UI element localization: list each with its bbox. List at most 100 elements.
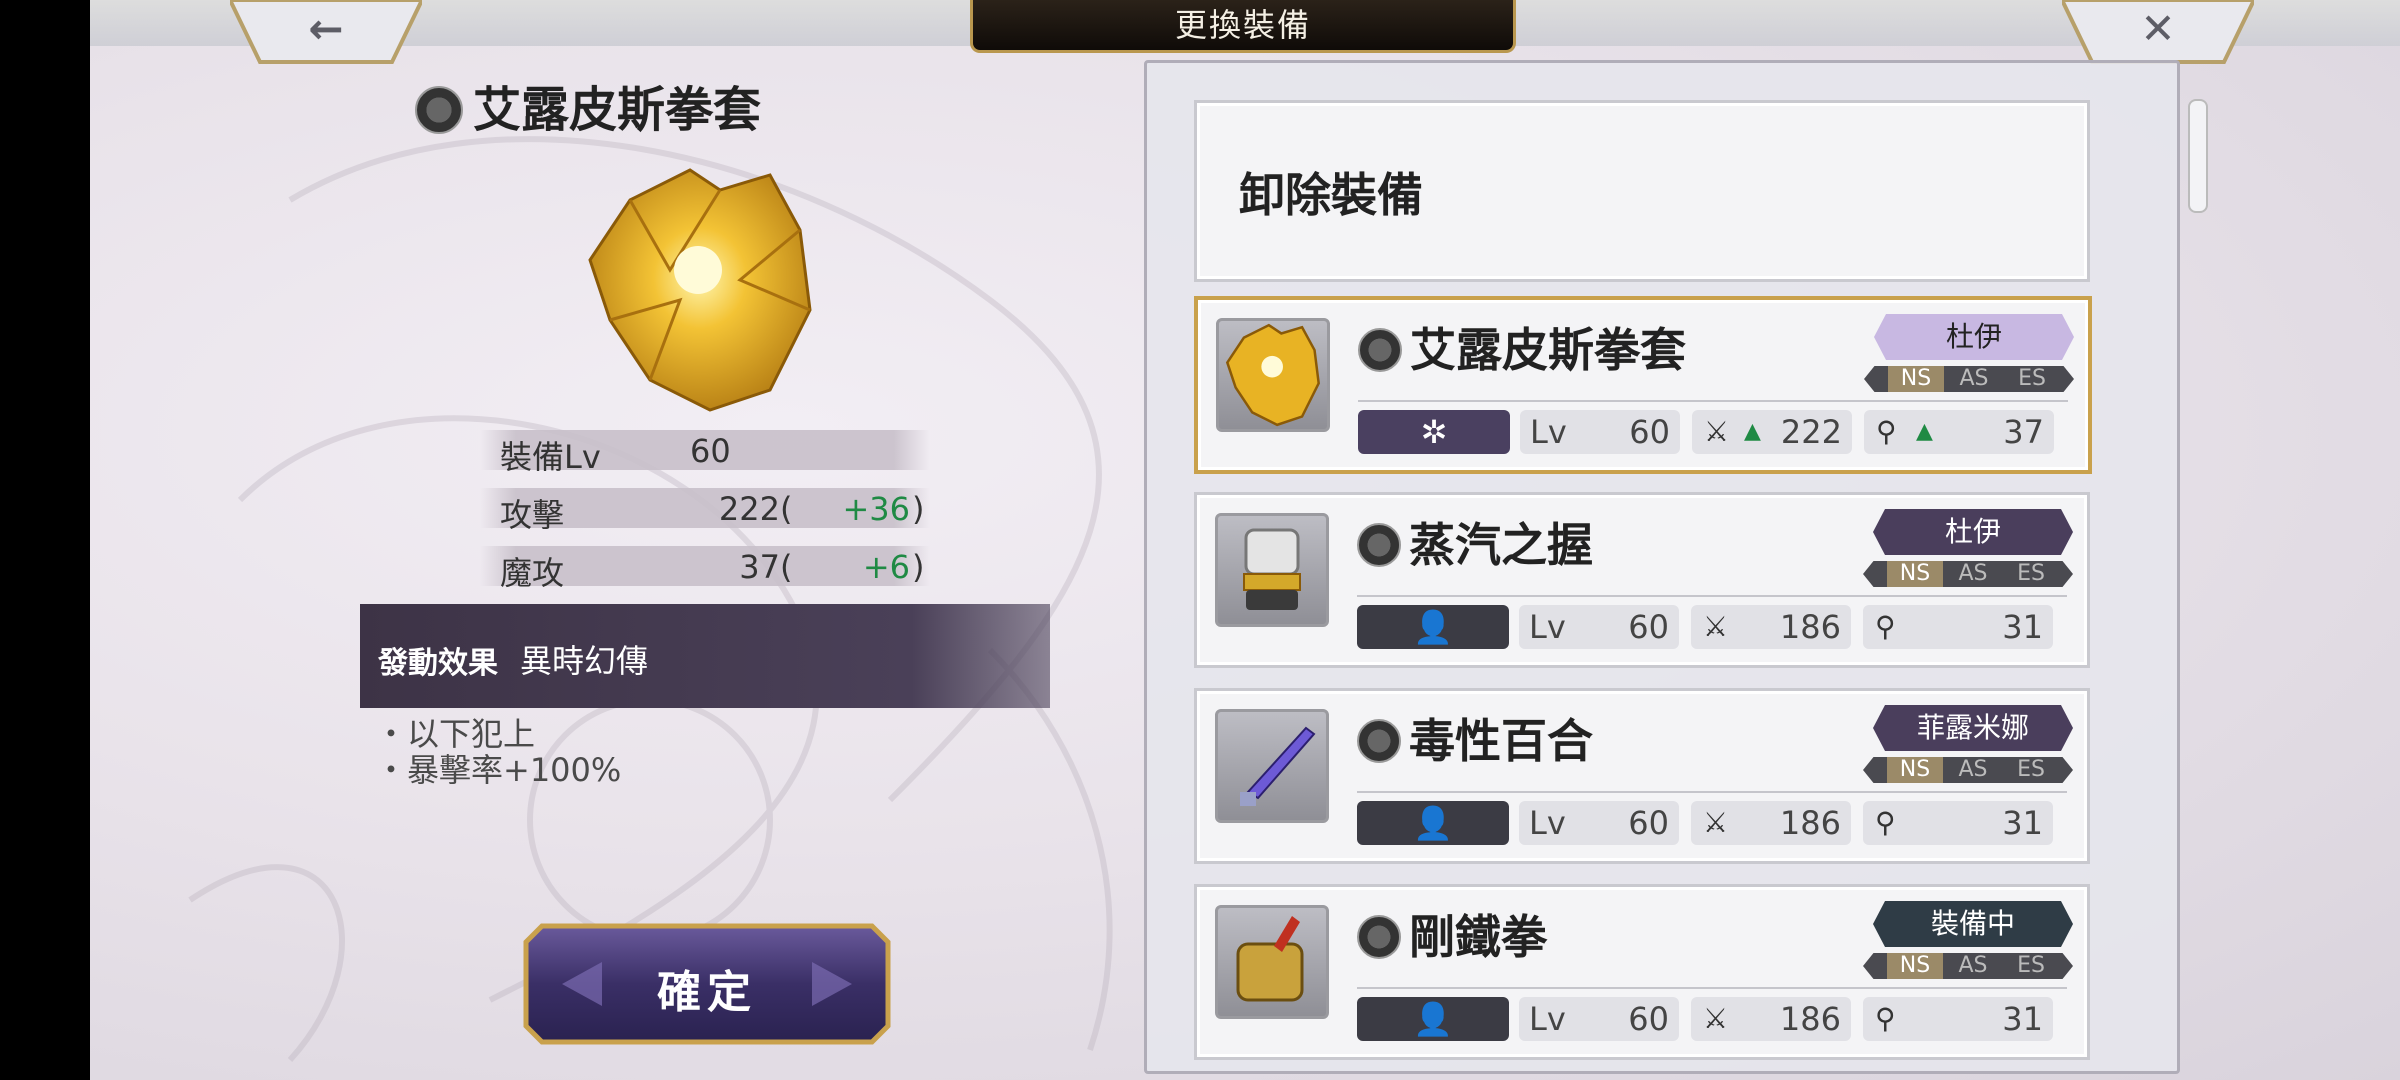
up-arrow-icon: ▲ (1744, 419, 1761, 444)
magic-box: ⚲ 31 (1863, 997, 2053, 1041)
gauntlet-artwork (588, 168, 812, 412)
gauntlet-type-icon (1357, 719, 1401, 763)
effect-list: ・以下犯上 ・暴擊率+100% (375, 716, 621, 788)
level-box: Lv 60 (1519, 605, 1679, 649)
owner-badge: 菲露米娜 (1873, 705, 2073, 751)
sword-icon: ⚔ (1703, 1002, 1729, 1035)
magic-value: 37 (2003, 413, 2044, 451)
item-name-text: 艾露皮斯拳套 (1410, 323, 1686, 377)
magic-box: ⚲ 31 (1863, 605, 2053, 649)
item-name: 剛鐵拳 (1357, 901, 1547, 967)
attack-value: 186 (1779, 1000, 1841, 1038)
attack-box: ⚔ 186 (1691, 997, 1851, 1041)
owner-badge: 杜伊 (1874, 314, 2074, 360)
tag-es: ES (2017, 561, 2045, 586)
effect-line: ・以下犯上 (375, 715, 536, 753)
sparkle-icon: ✲ (1358, 410, 1510, 454)
equipment-card[interactable]: 剛鐵拳 裝備中 NS AS ES 👤 Lv 60 ⚔ 186 ⚲ 31 (1194, 884, 2090, 1060)
tag-as: AS (1959, 366, 1989, 391)
unequip-button[interactable]: 卸除裝備 (1194, 100, 2090, 282)
back-button[interactable]: ← (230, 0, 422, 64)
stat-row-level: 裝備Lv 60 (480, 430, 930, 476)
attack-value: 186 (1779, 608, 1841, 646)
effect-label: 發動效果 (378, 646, 498, 681)
level-box: Lv 60 (1519, 801, 1679, 845)
effect-line: ・暴擊率+100% (375, 751, 622, 789)
magic-value: 31 (2002, 1000, 2043, 1038)
gauntlet-type-icon (1358, 328, 1402, 372)
item-thumbnail (1215, 905, 1329, 1019)
stat-bonus: +6 (862, 548, 910, 586)
tag-ns: NS (1887, 953, 1943, 979)
tag-ns: NS (1887, 757, 1943, 783)
unequip-label: 卸除裝備 (1239, 168, 1423, 222)
confirm-button[interactable]: 確定 (522, 922, 892, 1046)
paren-close: ) (912, 490, 925, 528)
magic-value: 31 (2002, 608, 2043, 646)
tag-es: ES (2017, 953, 2045, 978)
stat-value: 222 (718, 490, 780, 528)
skill-tags: NS AS ES (1863, 561, 2073, 587)
stat-label: 裝備Lv (500, 438, 601, 476)
scrollbar-thumb[interactable] (2188, 99, 2208, 213)
attack-value: 186 (1779, 804, 1841, 842)
divider (1358, 400, 2068, 402)
attack-box: ⚔ 186 (1691, 801, 1851, 845)
skill-tags: NS AS ES (1863, 757, 2073, 783)
level-value: 60 (1628, 1000, 1669, 1038)
sword-icon: ⚔ (1704, 415, 1730, 448)
item-name-text: 蒸汽之握 (1409, 518, 1593, 572)
stat-value: 60 (690, 432, 731, 470)
close-icon: ✕ (2140, 4, 2176, 53)
magic-value: 31 (2002, 804, 2043, 842)
skill-tags: NS AS ES (1864, 366, 2074, 392)
level-value: 60 (1628, 608, 1669, 646)
item-detail-title: 艾露皮斯拳套 (415, 70, 761, 140)
level-label: Lv (1529, 804, 1566, 842)
divider (1357, 595, 2067, 597)
skill-tags: NS AS ES (1863, 953, 2073, 979)
item-name: 艾露皮斯拳套 (473, 82, 762, 138)
person-icon: 👤 (1357, 605, 1509, 649)
person-icon: 👤 (1357, 801, 1509, 845)
paren-close: ) (912, 548, 925, 586)
equipment-card[interactable]: 蒸汽之握 杜伊 NS AS ES 👤 Lv 60 ⚔ 186 ⚲ 31 (1194, 492, 2090, 668)
item-name-text: 毒性百合 (1409, 714, 1593, 768)
tag-as: AS (1958, 953, 1988, 978)
tag-ns: NS (1887, 561, 1943, 587)
level-label: Lv (1530, 413, 1567, 451)
back-arrow-icon: ← (308, 4, 344, 53)
item-name: 艾露皮斯拳套 (1358, 314, 1686, 380)
equipped-badge: 裝備中 (1873, 901, 2073, 947)
staff-icon: ⚲ (1876, 415, 1897, 448)
equipment-card[interactable]: 艾露皮斯拳套 杜伊 NS AS ES ✲ Lv 60 ⚔ ▲ 222 ⚲ ▲ 37 (1194, 296, 2092, 474)
close-button[interactable]: ✕ (2062, 0, 2254, 64)
level-label: Lv (1529, 608, 1566, 646)
owner-badge: 杜伊 (1873, 509, 2073, 555)
page-title: 更換裝備 (970, 0, 1516, 53)
level-label: Lv (1529, 1000, 1566, 1038)
stat-row-attack: 攻擊 222 ( +36 ) (480, 488, 930, 534)
gauntlet-type-icon (415, 85, 463, 134)
item-name: 毒性百合 (1357, 705, 1593, 771)
item-name: 蒸汽之握 (1357, 509, 1593, 575)
staff-icon: ⚲ (1875, 806, 1896, 839)
stat-label: 攻擊 (500, 496, 565, 534)
level-value: 60 (1629, 413, 1670, 451)
staff-icon: ⚲ (1875, 610, 1896, 643)
item-thumbnail (1215, 513, 1329, 627)
sword-icon: ⚔ (1703, 806, 1729, 839)
item-name-text: 剛鐵拳 (1409, 910, 1547, 964)
divider (1357, 791, 2067, 793)
stat-row-magic: 魔攻 37 ( +6 ) (480, 546, 930, 592)
item-thumbnail (1215, 709, 1329, 823)
level-box: Lv 60 (1519, 997, 1679, 1041)
level-value: 60 (1628, 804, 1669, 842)
tag-as: AS (1958, 561, 1988, 586)
stat-label: 魔攻 (500, 554, 565, 592)
magic-box: ⚲ ▲ 37 (1864, 410, 2054, 454)
tag-es: ES (2018, 366, 2046, 391)
attack-value: 222 (1780, 413, 1842, 451)
equipment-card[interactable]: 毒性百合 菲露米娜 NS AS ES 👤 Lv 60 ⚔ 186 ⚲ 31 (1194, 688, 2090, 864)
item-thumbnail (1216, 318, 1330, 432)
